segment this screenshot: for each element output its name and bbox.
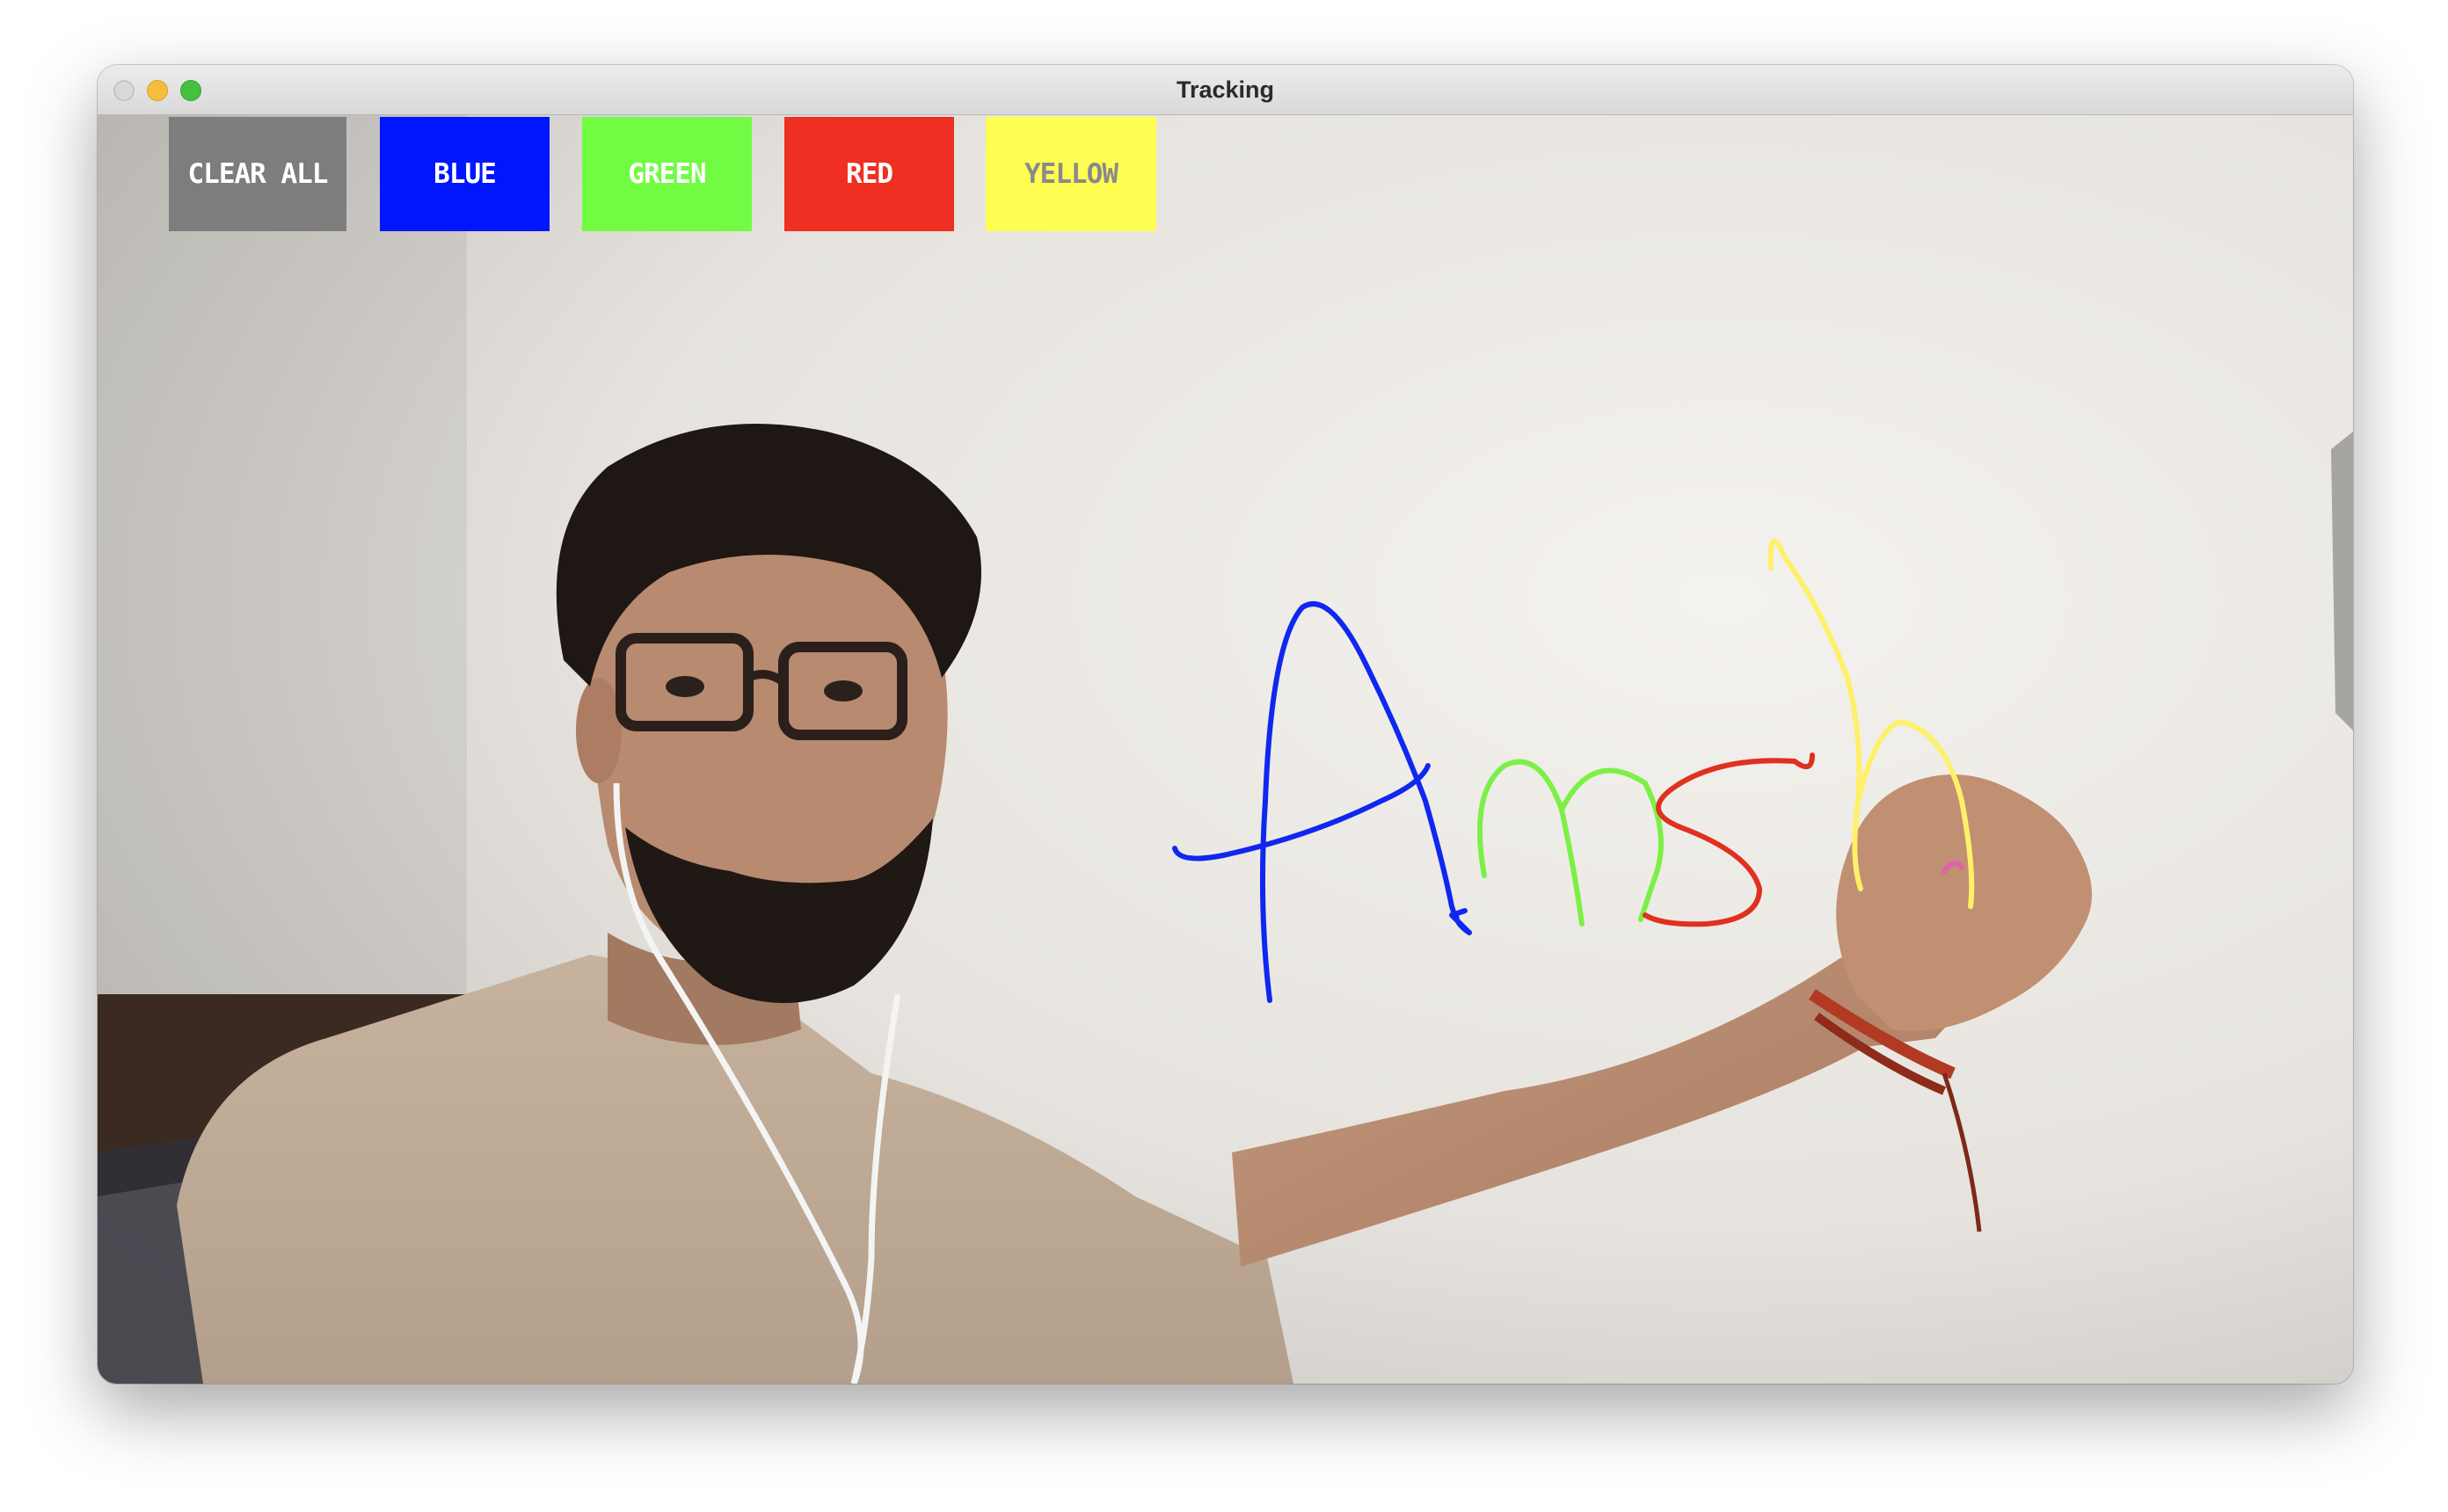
red-color-button[interactable]: RED [784,117,954,231]
green-color-button[interactable]: GREEN [582,117,752,231]
window-title: Tracking [1176,76,1275,103]
ear [576,678,622,783]
clear-all-button[interactable]: CLEAR ALL [169,117,346,231]
left-eye [666,676,704,697]
tracking-window: Tracking CLEAR ALL BLUE GREEN RED YELLOW [98,65,2353,1384]
yellow-color-button[interactable]: YELLOW [986,117,1156,231]
camera-frame-canvas [98,115,2353,1384]
blue-color-button[interactable]: BLUE [380,117,550,231]
right-eye [824,680,863,701]
title-bar: Tracking [98,65,2353,115]
camera-feed[interactable]: CLEAR ALL BLUE GREEN RED YELLOW [98,115,2353,1384]
